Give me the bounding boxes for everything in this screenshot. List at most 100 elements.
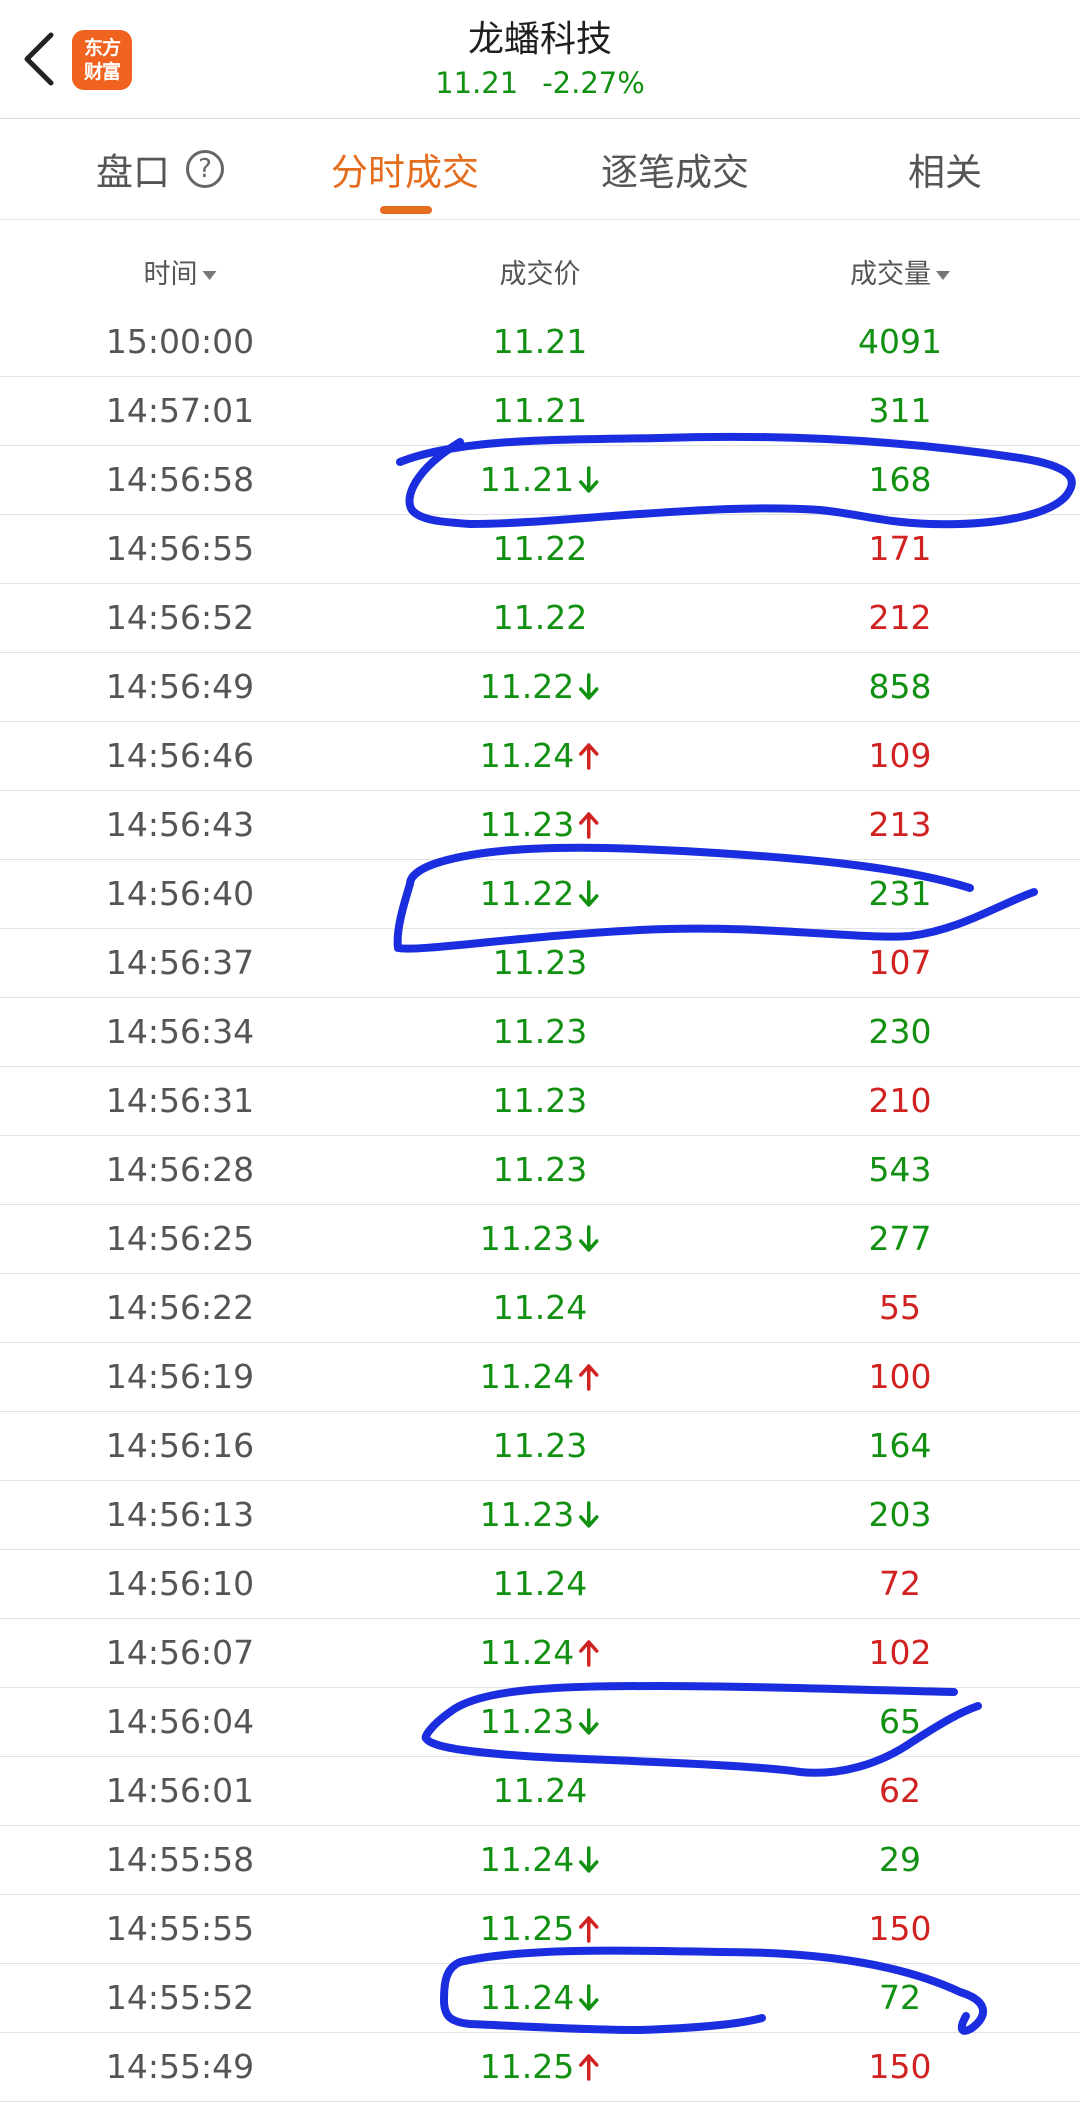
trade-time: 14:56:22 xyxy=(105,1288,255,1327)
column-header-price: 成交价 xyxy=(500,252,581,291)
tab-related-label: 相关 xyxy=(908,151,982,194)
tab-tick-trades[interactable]: 逐笔成交 xyxy=(565,119,785,219)
trade-price-cell: 11.25 xyxy=(480,2033,600,2101)
table-row[interactable]: 14:56:13 11.23 203 xyxy=(0,1481,1080,1550)
tab-tick-trades-label: 逐笔成交 xyxy=(601,151,749,194)
arrow-up-icon xyxy=(579,1639,599,1667)
trade-price-cell: 11.23 xyxy=(493,998,587,1066)
table-row[interactable]: 14:56:43 11.23 213 xyxy=(0,791,1080,860)
trade-price: 11.23 xyxy=(492,1150,588,1189)
trade-price-cell: 11.24 xyxy=(480,722,600,790)
trade-time: 14:56:40 xyxy=(105,874,255,913)
table-row[interactable]: 14:57:01 11.21 311 xyxy=(0,377,1080,446)
table-row[interactable]: 14:55:58 11.24 29 xyxy=(0,1826,1080,1895)
trade-time: 15:00:00 xyxy=(105,322,255,361)
trade-price-cell: 11.24 xyxy=(480,1343,600,1411)
trade-volume: 62 xyxy=(879,1771,921,1810)
tab-time-sharing-trades[interactable]: 分时成交 xyxy=(300,119,510,219)
trade-volume: 171 xyxy=(868,529,932,568)
trade-price-cell: 11.22 xyxy=(480,653,600,721)
table-row[interactable]: 14:56:01 11.24 62 xyxy=(0,1757,1080,1826)
trade-time: 14:55:58 xyxy=(105,1840,255,1879)
table-row[interactable]: 14:56:46 11.24 109 xyxy=(0,722,1080,791)
arrow-down-icon xyxy=(579,1983,599,2011)
trade-price: 11.21 xyxy=(492,391,588,430)
table-row[interactable]: 14:55:49 11.25 150 xyxy=(0,2033,1080,2102)
trade-price-cell: 11.24 xyxy=(493,1274,587,1342)
trade-list[interactable]: 15:00:00 11.21 4091 14:57:01 11.21 311 14:56:5… xyxy=(0,308,1080,2102)
table-row[interactable]: 14:56:22 11.24 55 xyxy=(0,1274,1080,1343)
tab-bar: 盘口 ? 分时成交 逐笔成交 相关 xyxy=(0,119,1080,220)
table-row[interactable]: 14:56:07 11.24 102 xyxy=(0,1619,1080,1688)
trade-price: 11.25 xyxy=(479,1909,575,1948)
arrow-down-icon xyxy=(579,1845,599,1873)
stock-quote: 11.21 -2.27% xyxy=(0,66,1080,100)
trade-volume: 65 xyxy=(879,1702,921,1741)
trade-price-cell: 11.24 xyxy=(480,1619,600,1687)
tab-time-sharing-trades-label: 分时成交 xyxy=(331,151,479,194)
stock-change: -2.27% xyxy=(542,66,645,100)
trade-time: 14:56:46 xyxy=(105,736,255,775)
table-row[interactable]: 14:56:40 11.22 231 xyxy=(0,860,1080,929)
trade-price-cell: 11.24 xyxy=(480,1964,600,2032)
trade-volume: 311 xyxy=(868,391,932,430)
arrow-down-icon xyxy=(579,879,599,907)
arrow-down-icon xyxy=(579,1707,599,1735)
trade-time: 14:55:52 xyxy=(105,1978,255,2017)
table-row[interactable]: 14:56:19 11.24 100 xyxy=(0,1343,1080,1412)
table-row[interactable]: 15:00:00 11.21 4091 xyxy=(0,308,1080,377)
trade-volume: 231 xyxy=(868,874,932,913)
table-row[interactable]: 14:55:52 11.24 72 xyxy=(0,1964,1080,2033)
tab-order-book[interactable]: 盘口 ? xyxy=(60,119,260,219)
trade-price-cell: 11.24 xyxy=(480,1826,600,1894)
table-row[interactable]: 14:56:52 11.22 212 xyxy=(0,584,1080,653)
column-header-price-label: 成交价 xyxy=(499,259,581,290)
arrow-down-icon xyxy=(579,465,599,493)
arrow-up-icon xyxy=(579,811,599,839)
trade-price: 11.24 xyxy=(492,1288,588,1327)
trade-volume: 72 xyxy=(879,1978,921,2017)
trade-price: 11.21 xyxy=(492,322,588,361)
trade-time: 14:56:10 xyxy=(105,1564,255,1603)
table-row[interactable]: 14:56:31 11.23 210 xyxy=(0,1067,1080,1136)
table-row[interactable]: 14:56:37 11.23 107 xyxy=(0,929,1080,998)
sort-down-icon xyxy=(202,271,217,280)
column-header-time-label: 时间 xyxy=(143,259,198,290)
trade-volume: 55 xyxy=(879,1288,921,1327)
table-row[interactable]: 14:56:58 11.21 168 xyxy=(0,446,1080,515)
trade-volume: 212 xyxy=(868,598,932,637)
trade-time: 14:56:34 xyxy=(105,1012,255,1051)
tab-related[interactable]: 相关 xyxy=(855,119,1035,219)
table-row[interactable]: 14:56:49 11.22 858 xyxy=(0,653,1080,722)
trade-time: 14:55:49 xyxy=(105,2047,255,2086)
trade-price: 11.23 xyxy=(492,943,588,982)
table-row[interactable]: 14:56:55 11.22 171 xyxy=(0,515,1080,584)
column-header-time[interactable]: 时间 xyxy=(144,252,217,291)
table-row[interactable]: 14:55:55 11.25 150 xyxy=(0,1895,1080,1964)
trade-time: 14:56:25 xyxy=(105,1219,255,1258)
trade-volume: 100 xyxy=(868,1357,932,1396)
table-row[interactable]: 14:56:10 11.24 72 xyxy=(0,1550,1080,1619)
trade-price: 11.24 xyxy=(492,1564,588,1603)
table-row[interactable]: 14:56:16 11.23 164 xyxy=(0,1412,1080,1481)
trade-time: 14:56:55 xyxy=(105,529,255,568)
trade-price: 11.24 xyxy=(479,736,575,775)
trade-price: 11.23 xyxy=(492,1012,588,1051)
column-header-volume[interactable]: 成交量 xyxy=(850,252,950,291)
trade-volume: 72 xyxy=(879,1564,921,1603)
arrow-down-icon xyxy=(579,1224,599,1252)
trade-price-cell: 11.23 xyxy=(480,1205,600,1273)
trade-price: 11.22 xyxy=(492,598,588,637)
trade-price: 11.22 xyxy=(479,874,575,913)
table-row[interactable]: 14:56:28 11.23 543 xyxy=(0,1136,1080,1205)
trade-time: 14:56:31 xyxy=(105,1081,255,1120)
help-icon[interactable]: ? xyxy=(186,150,224,188)
table-row[interactable]: 14:56:34 11.23 230 xyxy=(0,998,1080,1067)
trade-time: 14:56:04 xyxy=(105,1702,255,1741)
trade-volume: 4091 xyxy=(858,322,942,361)
trade-price: 11.23 xyxy=(492,1081,588,1120)
trade-price: 11.24 xyxy=(479,1357,575,1396)
table-row[interactable]: 14:56:25 11.23 277 xyxy=(0,1205,1080,1274)
arrow-down-icon xyxy=(579,1500,599,1528)
table-row[interactable]: 14:56:04 11.23 65 xyxy=(0,1688,1080,1757)
